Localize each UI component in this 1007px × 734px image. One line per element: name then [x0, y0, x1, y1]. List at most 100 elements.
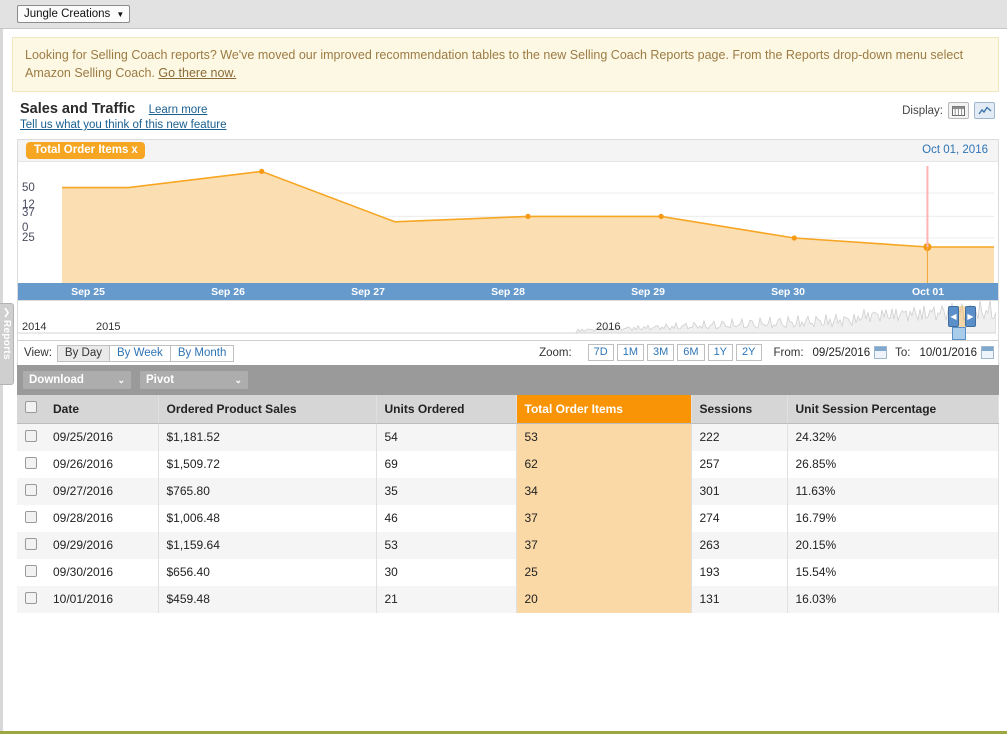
- sidebar-reports-tab[interactable]: ❯ Reports: [0, 303, 14, 385]
- download-dropdown[interactable]: Download ⌄: [22, 370, 132, 390]
- cell-total-order-items: 37: [516, 504, 692, 532]
- cell-date: 09/28/2016: [45, 504, 159, 532]
- table-row[interactable]: 09/30/2016 $656.40 30 25 193 15.54%: [17, 558, 999, 586]
- pivot-dropdown[interactable]: Pivot ⌄: [139, 370, 249, 390]
- row-select-cell[interactable]: [17, 477, 45, 505]
- column-header-units-ordered[interactable]: Units Ordered: [376, 395, 517, 424]
- table-header-row: Date Ordered Product Sales Units Ordered…: [17, 395, 999, 424]
- row-checkbox[interactable]: [25, 537, 37, 550]
- download-dropdown-label: Download: [29, 374, 84, 386]
- account-selector[interactable]: Jungle Creations ▼: [17, 5, 131, 23]
- row-checkbox[interactable]: [25, 456, 37, 469]
- y-tick-37: 37: [22, 207, 35, 219]
- x-tick-0: Sep 25: [71, 285, 105, 298]
- column-header-ordered-product-sales[interactable]: Ordered Product Sales: [158, 395, 377, 424]
- range-navigator[interactable]: 2014 2015 2016 ◀ ▶: [17, 301, 999, 341]
- cell-date: 09/30/2016: [45, 558, 159, 586]
- legend-chip-total-order-items[interactable]: Total Order Items x: [26, 142, 145, 159]
- column-header-total-order-items[interactable]: Total Order Items: [516, 395, 692, 424]
- select-all-cell[interactable]: [17, 395, 45, 424]
- from-label: From:: [773, 346, 804, 359]
- navigator-year-2016: 2016: [596, 321, 621, 333]
- zoom-option-1y[interactable]: 1Y: [707, 344, 734, 361]
- table-row[interactable]: 09/26/2016 $1,509.72 69 62 257 26.85%: [17, 450, 999, 478]
- row-select-cell[interactable]: [17, 423, 45, 451]
- to-calendar-icon[interactable]: [981, 346, 994, 359]
- view-option-by-month[interactable]: By Month: [169, 344, 235, 362]
- view-label: View:: [24, 347, 52, 359]
- zoom-option-6m[interactable]: 6M: [677, 344, 705, 361]
- x-tick-6: Oct 01: [911, 285, 945, 298]
- table-empty-space: [17, 612, 999, 734]
- cell-date: 09/26/2016: [45, 450, 159, 478]
- learn-more-link[interactable]: Learn more: [149, 104, 208, 116]
- column-header-unit-session-percentage[interactable]: Unit Session Percentage: [787, 395, 999, 424]
- chart-panel: Total Order Items x Oct 01, 2016 0 12 25 …: [17, 139, 999, 301]
- cell-units-ordered: 35: [376, 477, 517, 505]
- top-bar: Jungle Creations ▼: [0, 0, 1007, 29]
- zoom-option-2y[interactable]: 2Y: [736, 344, 762, 361]
- cell-ordered-product-sales: $656.40: [158, 558, 377, 586]
- navigator-range-tail[interactable]: [952, 327, 966, 340]
- navigator-year-2015: 2015: [96, 321, 121, 333]
- cell-units-ordered: 53: [376, 531, 517, 559]
- table-row[interactable]: 09/27/2016 $765.80 35 34 301 11.63%: [17, 477, 999, 505]
- from-date-input[interactable]: 09/25/2016: [813, 347, 871, 359]
- cell-unit-session-percentage: 20.15%: [787, 531, 999, 559]
- cell-units-ordered: 21: [376, 585, 517, 613]
- row-checkbox[interactable]: [25, 564, 37, 577]
- row-checkbox[interactable]: [25, 483, 37, 496]
- zoom-option-7d[interactable]: 7D: [587, 344, 614, 361]
- row-select-cell[interactable]: [17, 450, 45, 478]
- cell-total-order-items: 62: [516, 450, 692, 478]
- cell-sessions: 301: [691, 477, 788, 505]
- row-select-cell[interactable]: [17, 585, 45, 613]
- zoom-option-3m[interactable]: 3M: [647, 344, 675, 361]
- chevron-down-icon: ⌄: [117, 374, 125, 385]
- display-label: Display:: [902, 104, 943, 117]
- table-row[interactable]: 09/29/2016 $1,159.64 53 37 263 20.15%: [17, 531, 999, 559]
- go-there-now-link[interactable]: Go there now.: [158, 66, 236, 80]
- pivot-dropdown-label: Pivot: [146, 374, 175, 386]
- cell-total-order-items: 37: [516, 531, 692, 559]
- navigator-year-2014: 2014: [22, 321, 47, 333]
- navigator-left-handle[interactable]: ◀: [948, 306, 959, 327]
- chevron-down-icon: ⌄: [234, 374, 242, 385]
- zoom-option-1m[interactable]: 1M: [616, 344, 644, 361]
- table-view-icon[interactable]: [948, 102, 969, 119]
- row-select-cell[interactable]: [17, 504, 45, 532]
- view-option-by-day[interactable]: By Day: [56, 344, 110, 362]
- chart-plot-area: 0 12 25 37 50: [18, 162, 998, 283]
- column-header-sessions[interactable]: Sessions: [691, 395, 788, 424]
- close-icon[interactable]: x: [131, 144, 137, 156]
- table-row[interactable]: 09/25/2016 $1,181.52 54 53 222 24.32%: [17, 423, 999, 451]
- sales-traffic-table-wrap: Date Ordered Product Sales Units Ordered…: [17, 395, 999, 734]
- row-select-cell[interactable]: [17, 558, 45, 586]
- zoom-and-date-controls: Zoom: 7D 1M 3M 6M 1Y 2Y From: 09/25/2016 To: …: [539, 344, 994, 361]
- feedback-link[interactable]: Tell us what you think of this new featu…: [20, 119, 1007, 131]
- chart-x-axis-band: Sep 25 Sep 26 Sep 27 Sep 28 Sep 29 Sep 30 Oct …: [18, 283, 998, 300]
- cell-total-order-items: 20: [516, 585, 692, 613]
- view-option-by-week[interactable]: By Week: [109, 344, 171, 362]
- table-row[interactable]: 09/28/2016 $1,006.48 46 37 274 16.79%: [17, 504, 999, 532]
- chart-view-icon[interactable]: [974, 102, 995, 119]
- zoom-label: Zoom:: [539, 346, 572, 359]
- selling-coach-notice: Looking for Selling Coach reports? We've…: [12, 37, 999, 92]
- from-calendar-icon[interactable]: [874, 346, 888, 359]
- table-row[interactable]: 10/01/2016 $459.48 21 20 131 16.03%: [17, 585, 999, 613]
- to-date-input[interactable]: 10/01/2016: [919, 347, 977, 359]
- sales-traffic-table: Date Ordered Product Sales Units Ordered…: [17, 395, 999, 613]
- row-checkbox[interactable]: [25, 591, 37, 604]
- view-segmented-control: By Day By Week By Month: [56, 344, 235, 362]
- navigator-right-handle[interactable]: ▶: [965, 306, 976, 327]
- column-header-date[interactable]: Date: [45, 395, 159, 424]
- sales-traffic-page: Jungle Creations ▼ Looking for Selling C…: [0, 0, 1007, 734]
- row-select-cell[interactable]: [17, 531, 45, 559]
- to-label: To:: [895, 346, 911, 359]
- chevron-right-icon: ❯: [2, 307, 11, 317]
- row-checkbox[interactable]: [25, 510, 37, 523]
- row-checkbox[interactable]: [25, 429, 37, 442]
- cell-date: 09/25/2016: [45, 423, 159, 451]
- select-all-checkbox[interactable]: [25, 401, 37, 414]
- cell-date: 09/29/2016: [45, 531, 159, 559]
